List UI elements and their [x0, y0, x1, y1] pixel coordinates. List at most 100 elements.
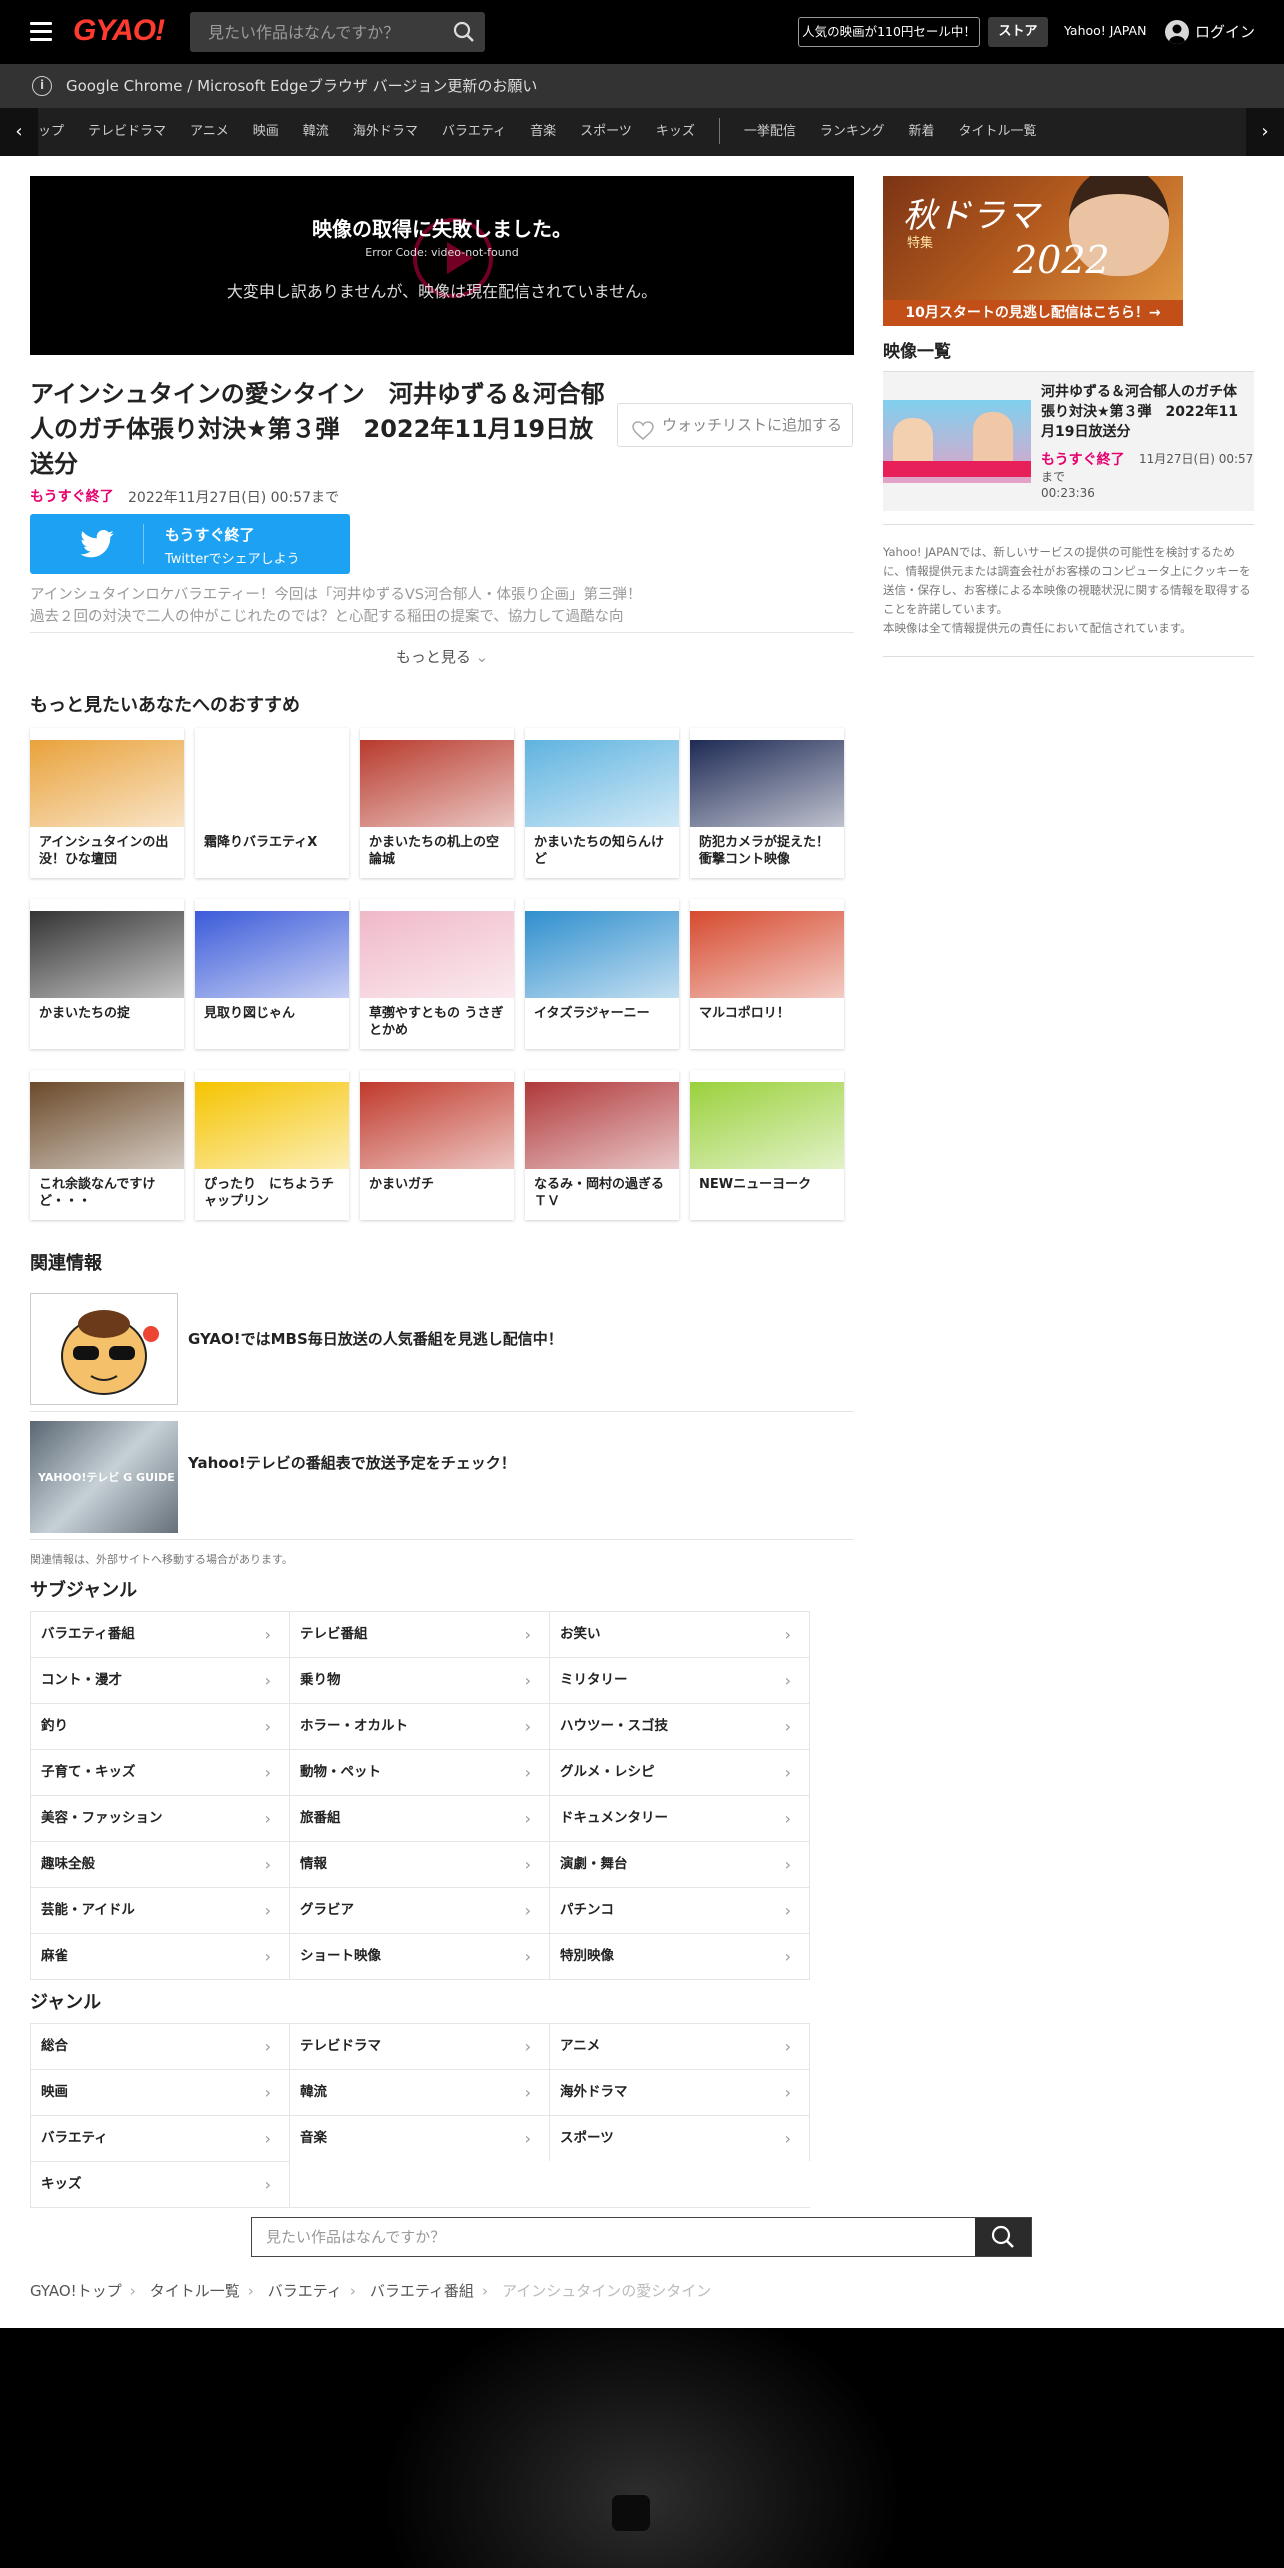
- subgenre-link[interactable]: ドキュメンタリー ›: [550, 1795, 810, 1841]
- video-made: まで: [1041, 470, 1066, 484]
- subgenre-link[interactable]: 特別映像 ›: [550, 1933, 810, 1979]
- genre-nav-item-a0[interactable]: ップ: [38, 108, 64, 156]
- related-item-mbs[interactable]: GYAO!ではMBS毎日放送の人気番組を見逃し配信中！: [30, 1288, 854, 1412]
- movie-sale-link[interactable]: 人気の映画が110円セール中！: [798, 17, 980, 47]
- genre-nav-item-a5[interactable]: 海外ドラマ: [353, 108, 418, 156]
- recommend-card[interactable]: かまいたちの掟: [30, 899, 184, 1049]
- nav-next-icon[interactable]: ›: [1246, 108, 1284, 156]
- subgenre-link[interactable]: 子育て・キッズ ›: [30, 1749, 290, 1795]
- recommend-card[interactable]: イタズラジャーニー: [525, 899, 679, 1049]
- genre-nav-item-a1[interactable]: テレビドラマ: [88, 108, 166, 156]
- video-player[interactable]: 映像の取得に失敗しました。 Error Code: video-not-foun…: [30, 176, 854, 355]
- genre-nav-item-a8[interactable]: スポーツ: [580, 108, 632, 156]
- genre-nav-item-b1[interactable]: ランキング: [820, 108, 885, 156]
- subgenre-link[interactable]: パチンコ ›: [550, 1887, 810, 1933]
- related-item-yahoo-tv[interactable]: YAHOO!テレビ G GUIDE Yahoo!テレビの番組表で放送予定をチェッ…: [30, 1412, 854, 1540]
- yahoo-japan-link[interactable]: Yahoo! JAPAN: [1064, 23, 1146, 38]
- chevron-right-icon: ›: [524, 1671, 531, 1690]
- genre-link[interactable]: 海外ドラマ ›: [550, 2069, 810, 2115]
- genre-nav-item-b3[interactable]: タイトル一覧: [959, 108, 1037, 156]
- autumn-drama-banner[interactable]: 秋ドラマ 特集 2022 10月スタートの見逃し配信はこちら！→: [883, 176, 1183, 326]
- genre-link[interactable]: キッズ ›: [30, 2161, 290, 2207]
- subgenre-link[interactable]: グラビア ›: [290, 1887, 550, 1933]
- genre-link[interactable]: バラエティ ›: [30, 2115, 290, 2161]
- genre-nav-item-a3[interactable]: 映画: [253, 108, 279, 156]
- recommend-card[interactable]: 防犯カメラが捉えた！衝撃コント映像: [690, 728, 844, 878]
- genre-link[interactable]: アニメ ›: [550, 2023, 810, 2069]
- subgenre-link[interactable]: 旅番組 ›: [290, 1795, 550, 1841]
- program-description: アインシュタインロケバラエティー！今回は「河井ゆずるVS河合郁人・体張り企画」第…: [30, 584, 854, 628]
- gyao-logo[interactable]: GYAO!: [73, 14, 165, 48]
- subgenre-link[interactable]: 芸能・アイドル ›: [30, 1887, 290, 1933]
- store-button[interactable]: ストア: [988, 17, 1048, 47]
- recommend-title: イタズラジャーニー: [534, 1006, 650, 1021]
- recommend-card[interactable]: ぴったり にちようチャップリン: [195, 1070, 349, 1220]
- genre-link[interactable]: 映画 ›: [30, 2069, 290, 2115]
- recommend-card[interactable]: 見取り図じゃん: [195, 899, 349, 1049]
- recommend-card[interactable]: マルコポロリ！: [690, 899, 844, 1049]
- subgenre-link[interactable]: お笑い ›: [550, 1611, 810, 1657]
- twitter-share-button[interactable]: もうすぐ終了 Twitterでシェアしよう: [30, 514, 350, 574]
- recommend-card[interactable]: かまいガチ: [360, 1070, 514, 1220]
- genre-link[interactable]: テレビドラマ ›: [290, 2023, 550, 2069]
- subgenre-link[interactable]: ホラー・オカルト ›: [290, 1703, 550, 1749]
- recommend-card[interactable]: なるみ・岡村の過ぎるＴＶ: [525, 1070, 679, 1220]
- subgenre-link[interactable]: 演劇・舞台 ›: [550, 1841, 810, 1887]
- recommend-card[interactable]: アインシュタインの出没！ひな壇団: [30, 728, 184, 878]
- genre-link[interactable]: スポーツ ›: [550, 2115, 810, 2161]
- genre-nav-item-a4[interactable]: 韓流: [303, 108, 329, 156]
- breadcrumb-item: アインシュタインの愛シタイン: [501, 2282, 712, 2300]
- genre-nav-item-a7[interactable]: 音楽: [530, 108, 556, 156]
- menu-icon[interactable]: [30, 22, 52, 41]
- subgenre-link[interactable]: テレビ番組 ›: [290, 1611, 550, 1657]
- recommend-card[interactable]: かまいたちの机上の空論城: [360, 728, 514, 878]
- breadcrumb-item[interactable]: バラエティ番組: [370, 2282, 474, 2300]
- recommend-card[interactable]: 草彅やすともの うさぎとかめ: [360, 899, 514, 1049]
- breadcrumb-item[interactable]: GYAO!トップ: [30, 2282, 122, 2300]
- ending-soon-tag: もうすぐ終了: [30, 489, 114, 505]
- chevron-right-icon: ›: [524, 1809, 531, 1828]
- recommend-card[interactable]: 霜降りバラエティX: [195, 728, 349, 878]
- subgenre-link[interactable]: ハウツー・スゴ技 ›: [550, 1703, 810, 1749]
- breadcrumb-item[interactable]: バラエティ: [268, 2282, 342, 2300]
- subgenre-link[interactable]: 美容・ファッション ›: [30, 1795, 290, 1841]
- subgenre-link[interactable]: 麻雀 ›: [30, 1933, 290, 1979]
- bottom-search-button[interactable]: [975, 2218, 1031, 2256]
- subgenre-link[interactable]: ミリタリー ›: [550, 1657, 810, 1703]
- login-button[interactable]: ログイン: [1165, 19, 1255, 45]
- subgenre-link[interactable]: コント・漫才 ›: [30, 1657, 290, 1703]
- subgenre-link[interactable]: 動物・ペット ›: [290, 1749, 550, 1795]
- bottom-search-input[interactable]: [252, 2218, 976, 2256]
- subgenre-label: ドキュメンタリー: [560, 1810, 668, 1826]
- more-button[interactable]: もっと見る ⌄: [30, 646, 854, 667]
- genre-link[interactable]: 韓流 ›: [290, 2069, 550, 2115]
- genre-link[interactable]: 音楽 ›: [290, 2115, 550, 2161]
- sidebar-note: Yahoo! JAPANでは、新しいサービスの提供の可能性を検討するために、情報…: [883, 543, 1254, 638]
- genre-nav-item-a6[interactable]: バラエティ: [442, 108, 506, 156]
- genre-nav-item-a9[interactable]: キッズ: [656, 108, 695, 156]
- genre-label: テレビドラマ: [300, 2038, 381, 2054]
- genre-nav-item-a2[interactable]: アニメ: [190, 108, 229, 156]
- nav-prev-icon[interactable]: ‹: [0, 108, 38, 156]
- watchlist-button[interactable]: ウォッチリストに追加する: [617, 403, 853, 447]
- recommend-card[interactable]: NEWニューヨーク: [690, 1070, 844, 1220]
- breadcrumb-item[interactable]: タイトル一覧: [150, 2282, 240, 2300]
- subgenre-link[interactable]: 釣り ›: [30, 1703, 290, 1749]
- header-search-input[interactable]: [190, 12, 440, 52]
- genre-nav-item-b0[interactable]: 一挙配信: [744, 108, 796, 156]
- subgenre-link[interactable]: ショート映像 ›: [290, 1933, 550, 1979]
- genre-link[interactable]: 総合 ›: [30, 2023, 290, 2069]
- recommend-card[interactable]: これ余談なんですけど・・・: [30, 1070, 184, 1220]
- subgenre-link[interactable]: バラエティ番組 ›: [30, 1611, 290, 1657]
- browser-update-notice[interactable]: i Google Chrome / Microsoft Edgeブラウザ バージ…: [0, 64, 1284, 108]
- video-list-item[interactable]: 河井ゆずる＆河合郁人のガチ体張り対決★第３弾 2022年11月19日放送分 もう…: [883, 371, 1254, 511]
- subgenre-link[interactable]: グルメ・レシピ ›: [550, 1749, 810, 1795]
- page-top-button[interactable]: [612, 2495, 650, 2531]
- genre-nav-item-b2[interactable]: 新着: [908, 108, 934, 156]
- subgenre-link[interactable]: 情報 ›: [290, 1841, 550, 1887]
- recommend-card[interactable]: かまいたちの知らんけど: [525, 728, 679, 878]
- subgenre-link[interactable]: 趣味全般 ›: [30, 1841, 290, 1887]
- genre-bottom-border: [30, 2207, 810, 2208]
- subgenre-link[interactable]: 乗り物 ›: [290, 1657, 550, 1703]
- search-icon[interactable]: [453, 21, 475, 47]
